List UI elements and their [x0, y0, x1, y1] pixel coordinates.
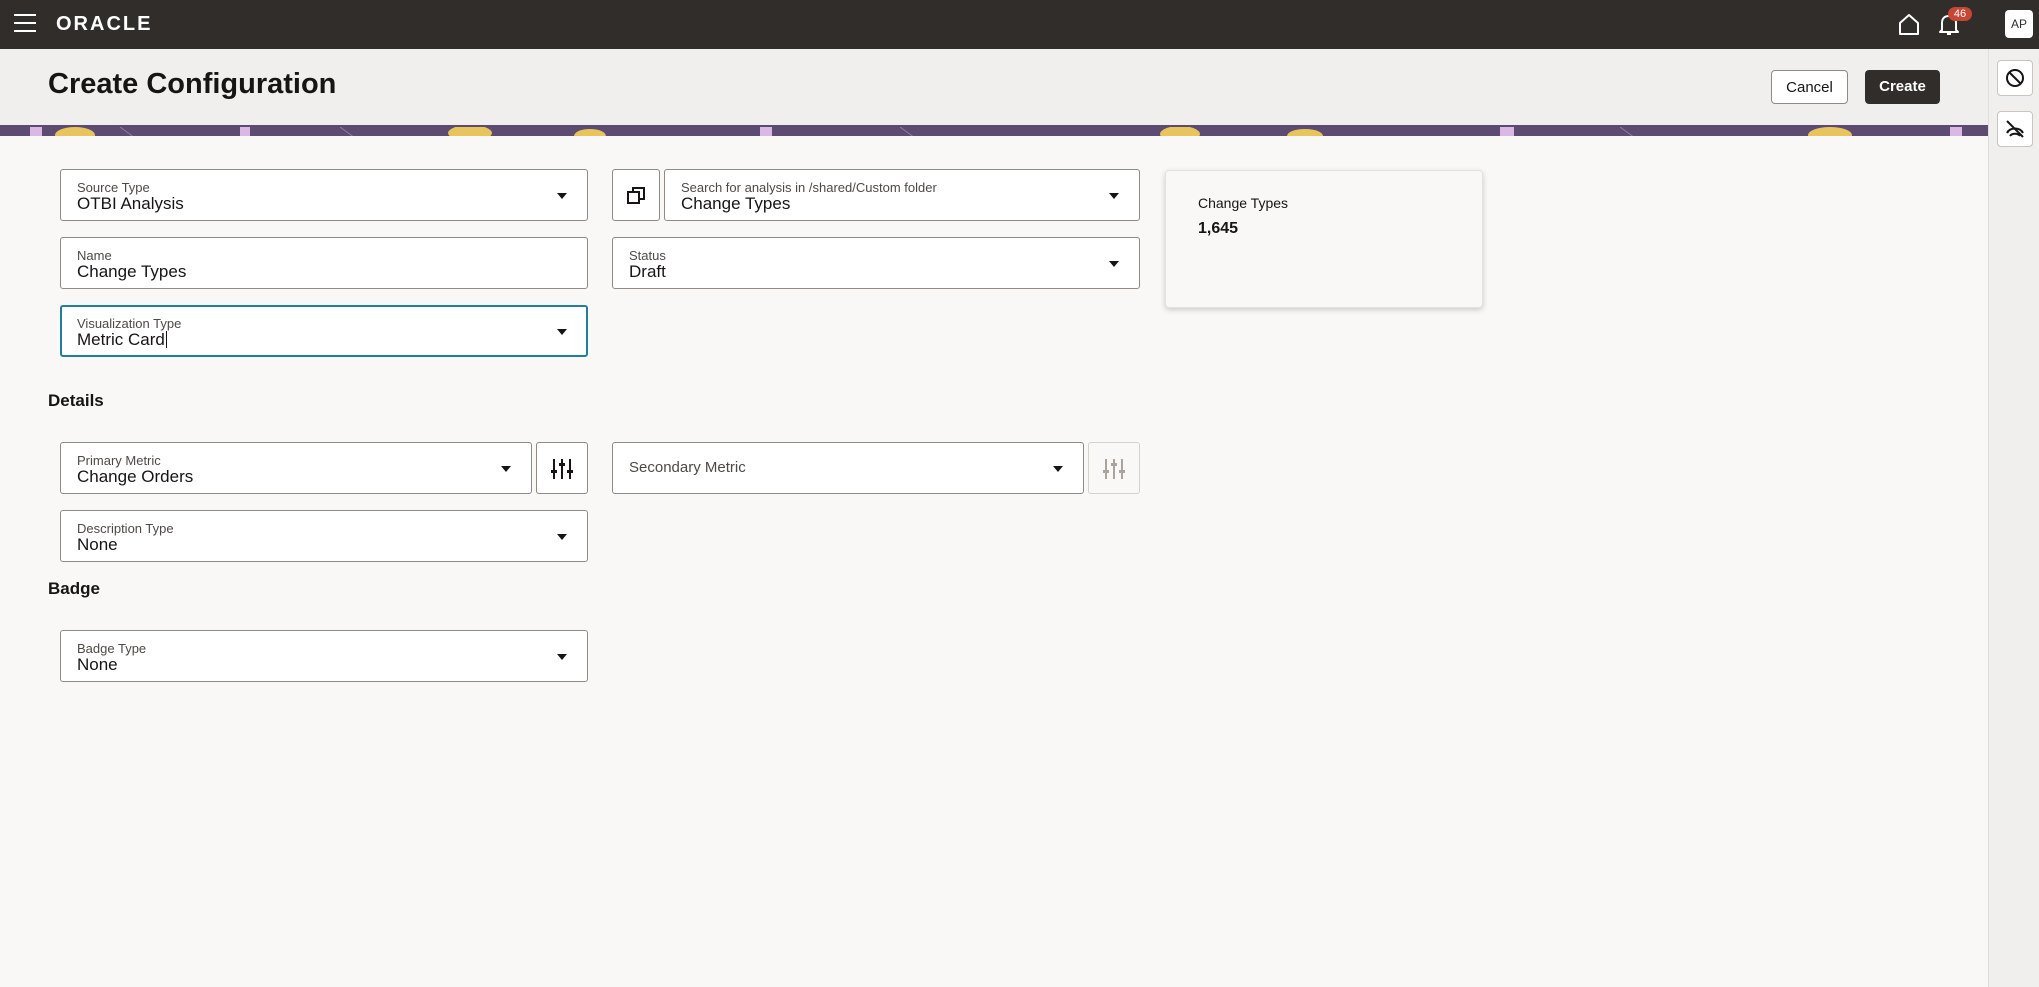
chevron-down-icon [557, 654, 567, 660]
chevron-down-icon [557, 329, 567, 335]
badge-section-title: Badge [48, 579, 100, 598]
primary-metric-value: Change Orders [77, 467, 194, 486]
visualization-type-value: Metric Card [77, 330, 165, 349]
home-icon[interactable] [1896, 11, 1922, 37]
badge-type-label: Badge Type [77, 641, 147, 656]
search-analysis-value: Change Types [681, 194, 791, 213]
notification-count-badge: 46 [1948, 7, 1972, 21]
preview-label: Change Types [1198, 195, 1289, 211]
page-title: Create Configuration [48, 68, 337, 100]
primary-metric-label: Primary Metric [77, 453, 161, 468]
secondary-metric-placeholder: Secondary Metric [629, 459, 746, 476]
avatar[interactable]: AP [2005, 10, 2033, 38]
chevron-down-icon [557, 193, 567, 199]
decorative-banner [0, 125, 1988, 136]
sliders-icon [1103, 459, 1125, 479]
name-value: Change Types [77, 262, 187, 281]
block-icon[interactable] [1997, 60, 2033, 96]
cancel-button[interactable]: Cancel [1771, 70, 1848, 104]
secondary-metric-settings-button [1088, 442, 1140, 494]
primary-metric-select[interactable]: Primary Metric Change Orders [60, 442, 532, 494]
primary-metric-settings-button[interactable] [536, 442, 588, 494]
name-field[interactable]: Name Change Types [60, 237, 588, 289]
visualization-type-value-wrap: Metric Card [77, 330, 167, 350]
status-value: Draft [629, 262, 666, 281]
visualization-type-label: Visualization Type [77, 316, 182, 331]
source-type-label: Source Type [77, 180, 150, 195]
status-label: Status [629, 248, 666, 263]
chevron-down-icon [1109, 193, 1119, 199]
no-wifi-icon[interactable] [1997, 111, 2033, 147]
secondary-metric-select[interactable]: Secondary Metric [612, 442, 1084, 494]
chevron-down-icon [557, 534, 567, 540]
oracle-logo[interactable]: ORACLE [56, 13, 152, 36]
copy-icon [627, 187, 645, 204]
badge-type-select[interactable]: Badge Type None [60, 630, 588, 682]
chevron-down-icon [1109, 261, 1119, 267]
description-type-value: None [77, 535, 118, 554]
right-rail [1988, 49, 2039, 987]
metric-card-preview: Change Types 1,645 [1165, 170, 1483, 308]
chevron-down-icon [501, 466, 511, 472]
source-type-value: OTBI Analysis [77, 194, 184, 213]
top-bar: ORACLE 46 AP [0, 0, 2039, 49]
create-button[interactable]: Create [1865, 70, 1940, 104]
menu-icon[interactable] [14, 14, 42, 36]
search-analysis-label: Search for analysis in /shared/Custom fo… [681, 180, 937, 195]
name-label: Name [77, 248, 112, 263]
search-analysis-select[interactable]: Search for analysis in /shared/Custom fo… [664, 169, 1140, 221]
status-select[interactable]: Status Draft [612, 237, 1140, 289]
chevron-down-icon [1053, 466, 1063, 472]
visualization-type-select[interactable]: Visualization Type Metric Card [60, 305, 588, 357]
text-cursor [165, 331, 167, 348]
description-type-select[interactable]: Description Type None [60, 510, 588, 562]
details-section-title: Details [48, 391, 104, 410]
preview-value: 1,645 [1198, 220, 1239, 237]
description-type-label: Description Type [77, 521, 174, 536]
copy-button[interactable] [612, 169, 660, 221]
source-type-select[interactable]: Source Type OTBI Analysis [60, 169, 588, 221]
sliders-icon [551, 459, 573, 479]
badge-type-value: None [77, 655, 118, 674]
